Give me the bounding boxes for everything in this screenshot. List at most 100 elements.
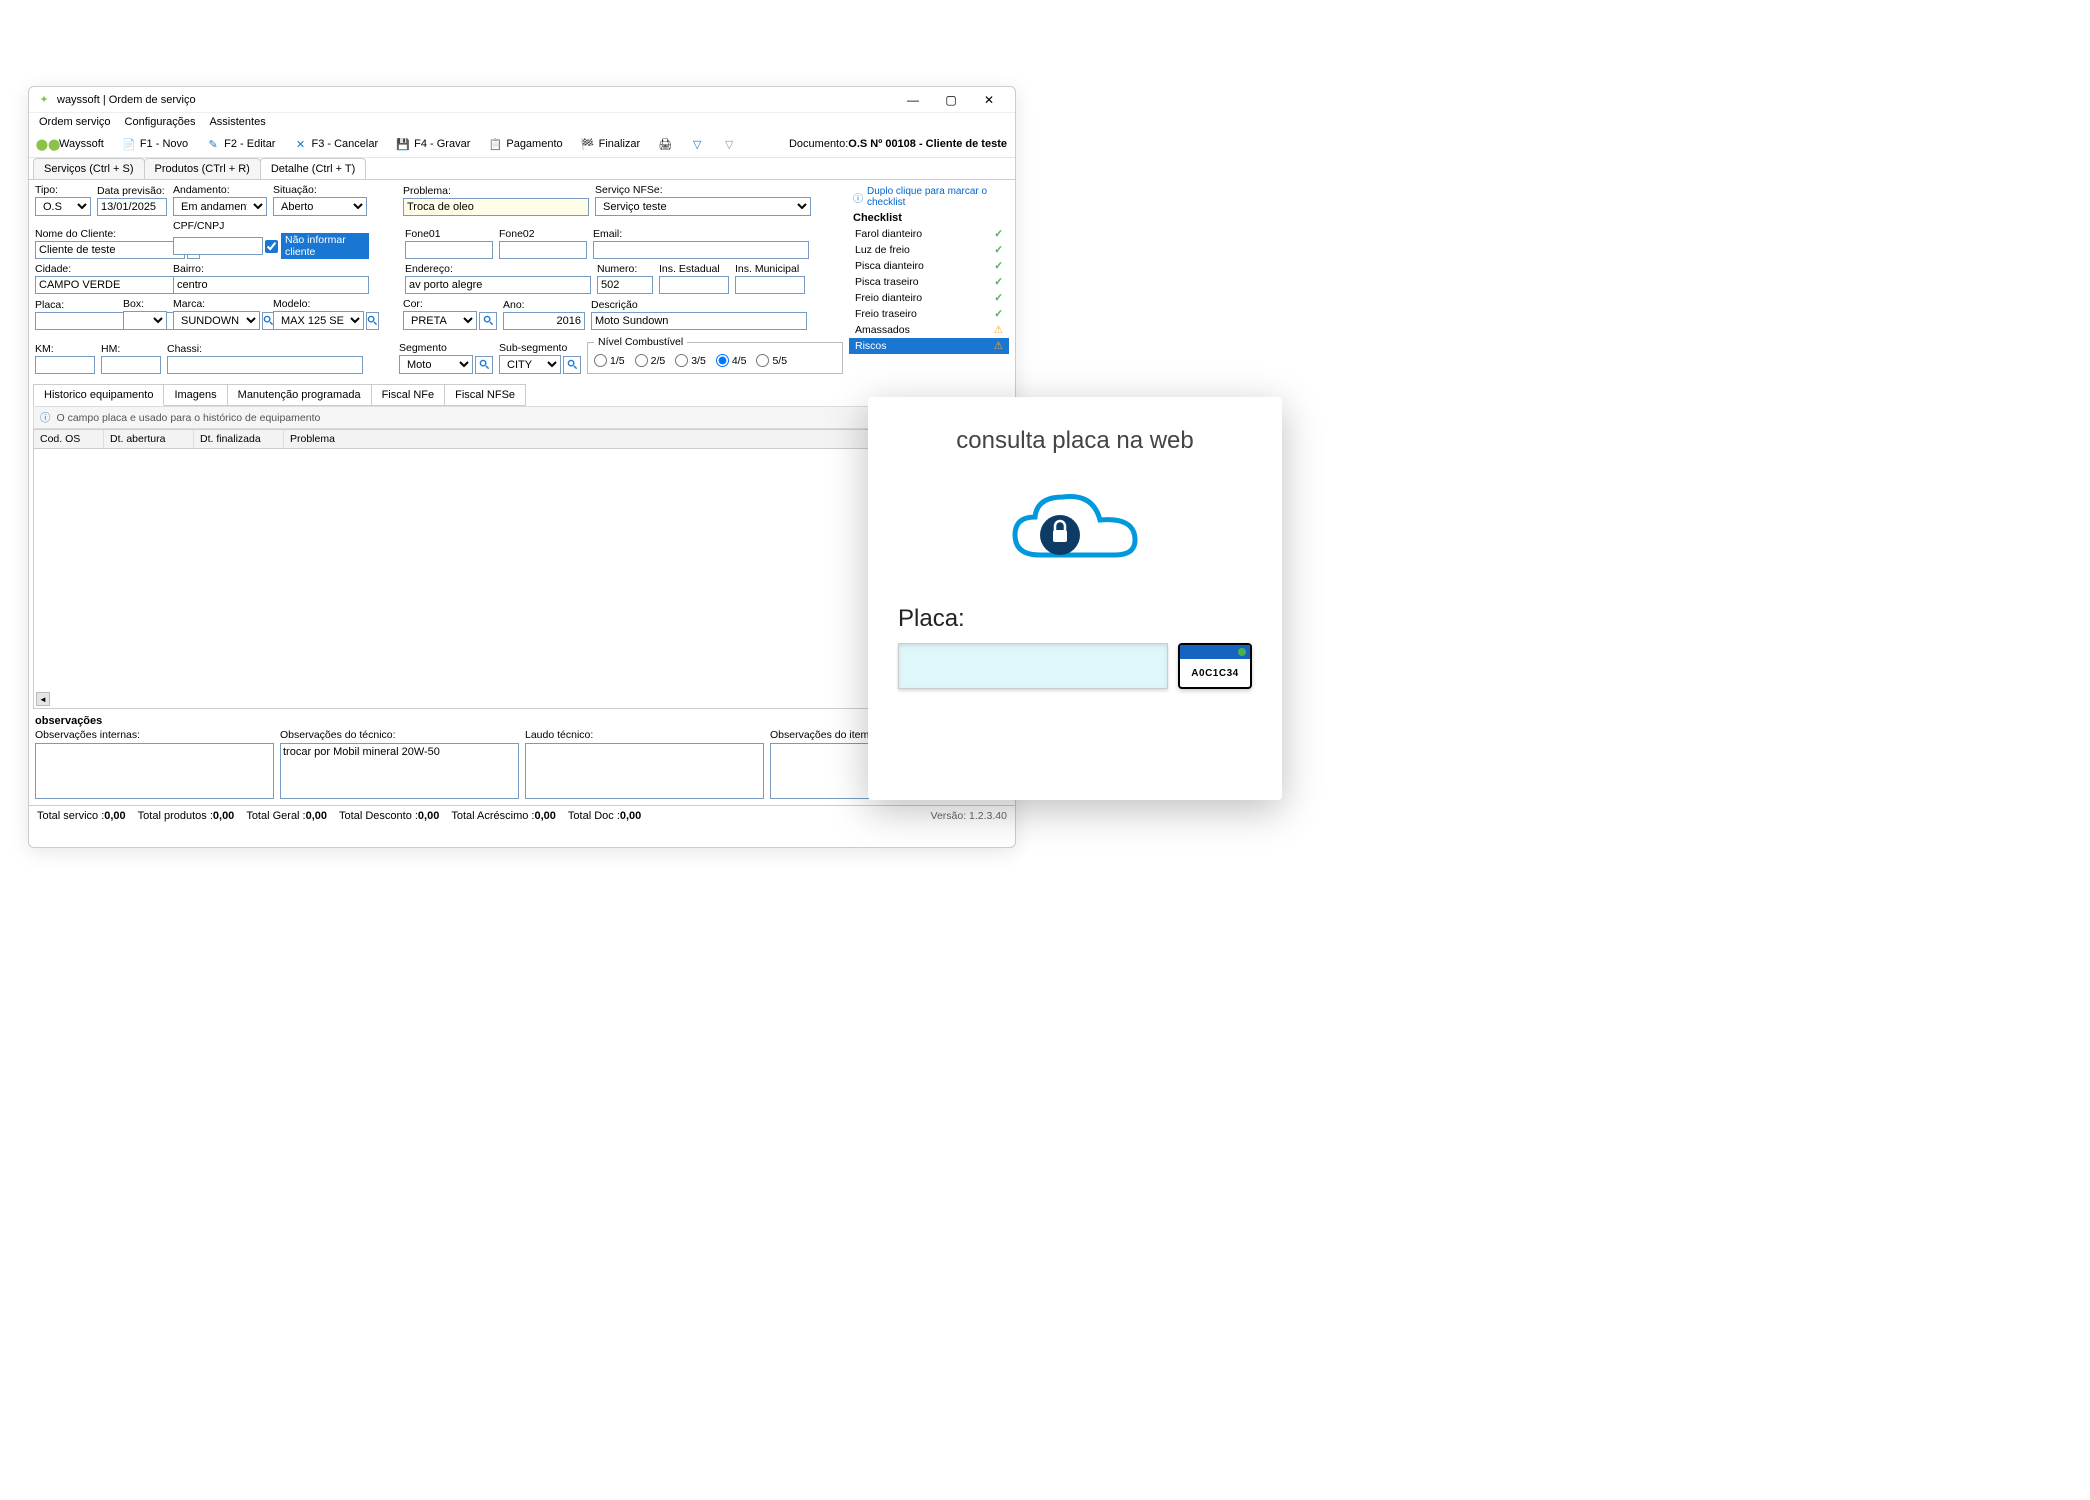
segmento-select[interactable]: Moto bbox=[399, 355, 473, 374]
search-modelo-button[interactable] bbox=[366, 312, 379, 330]
menu-assistentes[interactable]: Assistentes bbox=[209, 116, 265, 128]
close-button[interactable]: ✕ bbox=[971, 89, 1007, 111]
minimize-button[interactable]: — bbox=[895, 89, 931, 111]
maximize-button[interactable]: ▢ bbox=[933, 89, 969, 111]
filter-button[interactable]: ▽ bbox=[686, 135, 708, 153]
checklist-item[interactable]: Pisca dianteiro✓ bbox=[849, 258, 1009, 274]
box-select[interactable] bbox=[123, 311, 167, 330]
numero-input[interactable] bbox=[597, 276, 653, 294]
filter2-button[interactable]: ▽ bbox=[718, 135, 740, 153]
problema-input[interactable] bbox=[403, 198, 589, 216]
cidade-input[interactable] bbox=[35, 276, 185, 294]
checklist-item[interactable]: Pisca traseiro✓ bbox=[849, 274, 1009, 290]
fuel-2-5[interactable]: 2/5 bbox=[635, 354, 666, 367]
bairro-input[interactable] bbox=[173, 276, 369, 294]
menubar: Ordem serviço Configurações Assistentes bbox=[29, 113, 1015, 131]
toolbar: ⬤⬤Wayssoft 📄F1 - Novo ✎F2 - Editar ✕F3 -… bbox=[29, 131, 1015, 158]
checklist-item[interactable]: Farol dianteiro✓ bbox=[849, 226, 1009, 242]
tipo-select[interactable]: O.S bbox=[35, 197, 91, 216]
tab-manutencao[interactable]: Manutenção programada bbox=[227, 384, 372, 406]
popup-placa-input[interactable] bbox=[898, 643, 1168, 689]
fuel-1-5[interactable]: 1/5 bbox=[594, 354, 625, 367]
descricao-input[interactable] bbox=[591, 312, 807, 330]
checklist-hint: ⓘDuplo clique para marcar o checklist bbox=[849, 184, 1009, 210]
andamento-select[interactable]: Em andamento bbox=[173, 197, 267, 216]
km-input[interactable] bbox=[35, 356, 95, 374]
laudo-textarea[interactable] bbox=[525, 743, 764, 799]
checklist-item[interactable]: Amassados⚠ bbox=[849, 322, 1009, 338]
fuel-3-5[interactable]: 3/5 bbox=[675, 354, 706, 367]
plate-search-button[interactable]: A0C1C34 bbox=[1178, 643, 1252, 689]
chassi-input[interactable] bbox=[167, 356, 363, 374]
col-cod-os[interactable]: Cod. OS bbox=[34, 430, 104, 448]
form-area: Tipo:O.S Data previsão: Andamento:Em and… bbox=[29, 179, 1015, 378]
consulta-placa-popup: consulta placa na web Placa: A0C1C34 bbox=[868, 397, 1282, 800]
document-info: Documento:O.S Nº 00108 - Cliente de test… bbox=[789, 138, 1007, 150]
nome-cliente-input[interactable] bbox=[35, 241, 185, 259]
app-icon: ✦ bbox=[37, 93, 51, 107]
checklist-item[interactable]: Luz de freio✓ bbox=[849, 242, 1009, 258]
modelo-select[interactable]: MAX 125 SE bbox=[273, 311, 364, 330]
window-title: wayssoft | Ordem de serviço bbox=[57, 94, 895, 106]
marca-select[interactable]: SUNDOWN bbox=[173, 311, 260, 330]
brand-button[interactable]: ⬤⬤Wayssoft bbox=[37, 135, 108, 153]
endereco-input[interactable] bbox=[405, 276, 591, 294]
tab-fiscal-nfse[interactable]: Fiscal NFSe bbox=[444, 384, 526, 406]
data-previsao-input[interactable] bbox=[97, 198, 167, 216]
status-bar: Total servico :0,00 Total produtos :0,00… bbox=[29, 805, 1015, 826]
subsegmento-select[interactable]: CITY bbox=[499, 355, 561, 374]
cor-select[interactable]: PRETA bbox=[403, 311, 477, 330]
search-cor-button[interactable] bbox=[479, 312, 497, 330]
printer-icon: 🖨 bbox=[658, 137, 672, 151]
ano-input[interactable] bbox=[503, 312, 585, 330]
f3-cancelar-button[interactable]: ✕F3 - Cancelar bbox=[289, 135, 382, 153]
obs-internas-textarea[interactable] bbox=[35, 743, 274, 799]
info-icon: ⓘ bbox=[853, 190, 863, 205]
main-tabs: Serviços (Ctrl + S) Produtos (CTrl + R) … bbox=[29, 158, 1015, 179]
col-dt-finalizada[interactable]: Dt. finalizada bbox=[194, 430, 284, 448]
obs-tecnico-textarea[interactable] bbox=[280, 743, 519, 799]
ins-municipal-input[interactable] bbox=[735, 276, 805, 294]
nao-informar-checkbox[interactable] bbox=[265, 240, 278, 253]
f1-novo-button[interactable]: 📄F1 - Novo bbox=[118, 135, 192, 153]
fone02-input[interactable] bbox=[499, 241, 587, 259]
email-input[interactable] bbox=[593, 241, 809, 259]
checklist-item[interactable]: Freio traseiro✓ bbox=[849, 306, 1009, 322]
titlebar: ✦ wayssoft | Ordem de serviço — ▢ ✕ bbox=[29, 87, 1015, 113]
tab-historico[interactable]: Historico equipamento bbox=[33, 384, 164, 406]
search-subsegmento-button[interactable] bbox=[563, 356, 581, 374]
fuel-5-5[interactable]: 5/5 bbox=[756, 354, 787, 367]
nfse-select[interactable]: Serviço teste bbox=[595, 197, 811, 216]
f4-gravar-button[interactable]: 💾F4 - Gravar bbox=[392, 135, 474, 153]
finalizar-button[interactable]: 🏁Finalizar bbox=[577, 135, 645, 153]
fuel-4-5[interactable]: 4/5 bbox=[716, 354, 747, 367]
tab-imagens[interactable]: Imagens bbox=[163, 384, 227, 406]
fone01-input[interactable] bbox=[405, 241, 493, 259]
fuel-fieldset: Nível Combustível 1/5 2/5 3/5 4/5 5/5 bbox=[587, 336, 843, 374]
hm-input[interactable] bbox=[101, 356, 161, 374]
menu-configuracoes[interactable]: Configurações bbox=[125, 116, 196, 128]
f2-editar-button[interactable]: ✎F2 - Editar bbox=[202, 135, 279, 153]
tab-fiscal-nfe[interactable]: Fiscal NFe bbox=[371, 384, 446, 406]
situacao-select[interactable]: Aberto bbox=[273, 197, 367, 216]
checklist-item[interactable]: Riscos⚠ bbox=[849, 338, 1009, 354]
filter-icon: ▽ bbox=[690, 137, 704, 151]
popup-title: consulta placa na web bbox=[898, 427, 1252, 455]
search-segmento-button[interactable] bbox=[475, 356, 493, 374]
tab-servicos[interactable]: Serviços (Ctrl + S) bbox=[33, 158, 145, 179]
cpf-input[interactable] bbox=[173, 237, 263, 255]
col-dt-abertura[interactable]: Dt. abertura bbox=[104, 430, 194, 448]
tab-detalhe[interactable]: Detalhe (Ctrl + T) bbox=[260, 158, 366, 179]
pagamento-button[interactable]: 📋Pagamento bbox=[484, 135, 566, 153]
scroll-left-button[interactable]: ◄ bbox=[36, 692, 50, 706]
cloud-lock-icon bbox=[898, 485, 1252, 575]
history-grid[interactable]: Cod. OS Dt. abertura Dt. finalizada Prob… bbox=[33, 429, 1011, 709]
sub-tabs: Historico equipamento Imagens Manutenção… bbox=[33, 384, 1011, 406]
popup-placa-label: Placa: bbox=[898, 605, 1252, 633]
checklist-item[interactable]: Freio dianteiro✓ bbox=[849, 290, 1009, 306]
print-button[interactable]: 🖨 bbox=[654, 135, 676, 153]
info-icon: ⓘ bbox=[40, 410, 51, 425]
menu-ordem-servico[interactable]: Ordem serviço bbox=[39, 116, 111, 128]
tab-produtos[interactable]: Produtos (CTrl + R) bbox=[144, 158, 261, 179]
ins-estadual-input[interactable] bbox=[659, 276, 729, 294]
